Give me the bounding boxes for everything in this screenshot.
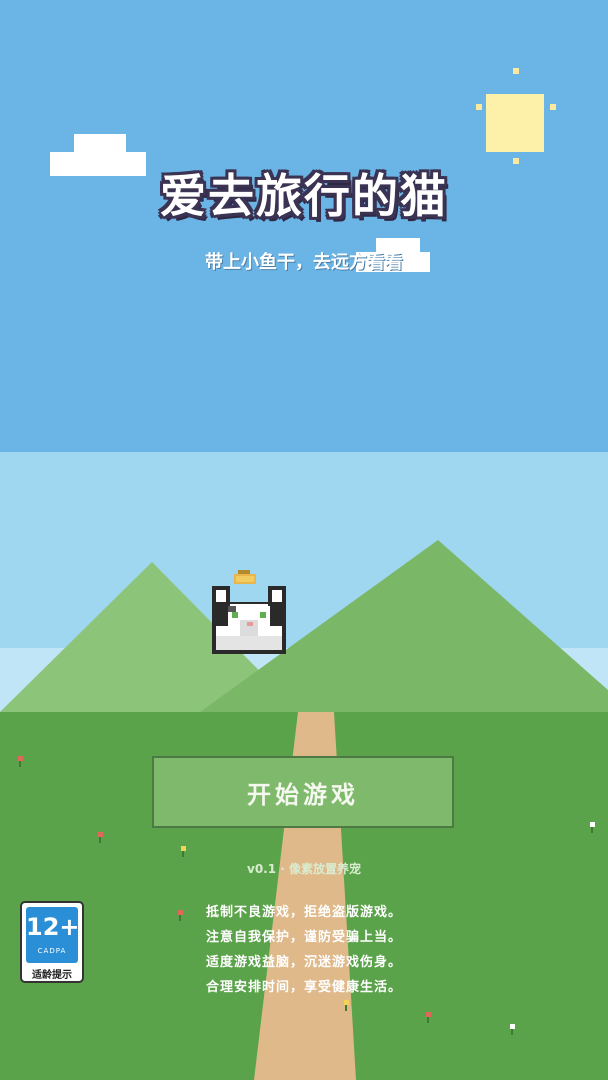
game-title: 爱去旅行的猫 xyxy=(160,169,448,223)
sun-ray xyxy=(476,104,482,110)
notice-line: 注意自我保护，谨防受骗上当。 xyxy=(205,930,402,945)
age-rating-badge[interactable]: 12+ CADPA 适龄提示 xyxy=(20,901,84,983)
notice-line: 适度游戏益脑，沉迷游戏伤身。 xyxy=(205,955,402,970)
notice-line: 抵制不良游戏，拒绝盗版游戏。 xyxy=(205,905,402,920)
age-rating-label: 12+ xyxy=(26,913,80,941)
sun-icon xyxy=(486,94,544,152)
start-game-label: 开始游戏 xyxy=(247,780,359,809)
age-rating-panel: 12+ CADPA xyxy=(26,907,80,963)
game-screen: 爱去旅行的猫 带上小鱼干，去远方看看 开始游戏 v0.1 · 像素放置养宠 抵制… xyxy=(0,0,608,1080)
health-notice: 抵制不良游戏，拒绝盗版游戏。 注意自我保护，谨防受骗上当。 适度游戏益脑，沉迷游… xyxy=(0,900,608,1000)
age-rating-org: CADPA xyxy=(37,947,67,955)
sun-ray xyxy=(513,68,519,74)
notice-line: 合理安排时间，享受健康生活。 xyxy=(205,980,402,995)
dried-fish-icon xyxy=(234,570,256,584)
game-subtitle: 带上小鱼干，去远方看看 xyxy=(205,252,403,273)
sun-ray xyxy=(550,104,556,110)
mountains xyxy=(0,540,608,712)
start-game-button[interactable]: 开始游戏 xyxy=(152,756,454,828)
age-rating-tip: 适龄提示 xyxy=(32,970,72,981)
cat-character xyxy=(212,570,286,654)
version-label: v0.1 · 像素放置养宠 xyxy=(247,862,361,876)
